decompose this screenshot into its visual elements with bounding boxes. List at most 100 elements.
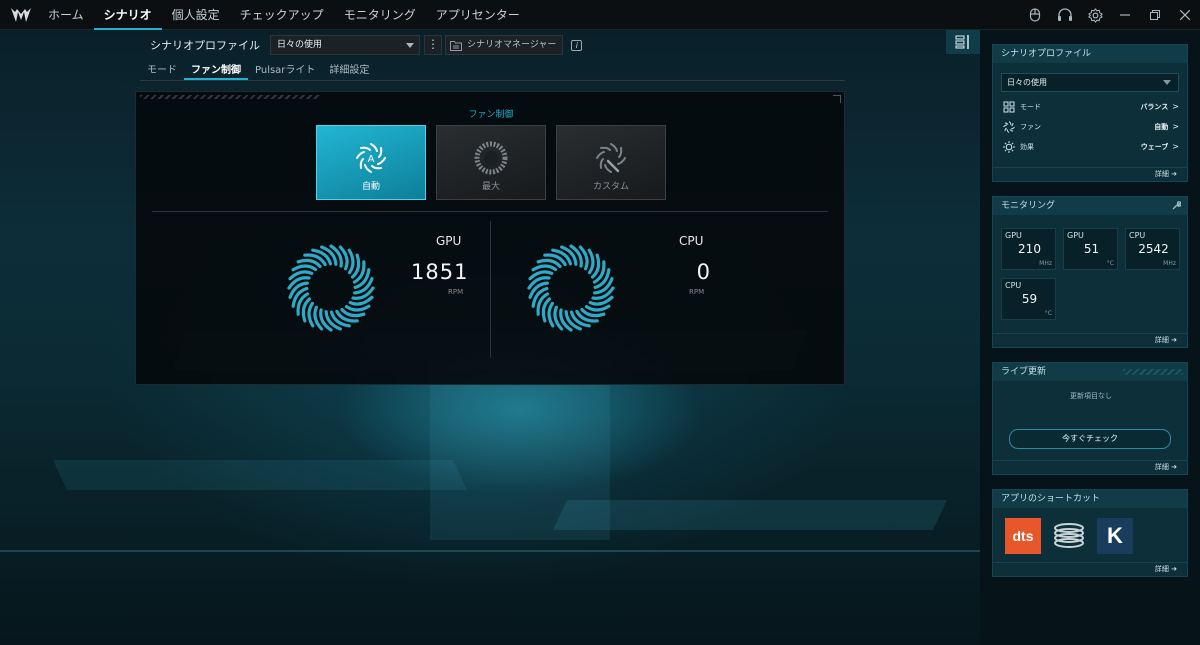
coil-icon (1054, 523, 1084, 548)
wrench-icon[interactable] (1171, 201, 1181, 211)
gear-icon[interactable] (1080, 0, 1110, 30)
app-shortcuts-card-detail-link[interactable]: 詳細 ➔ (993, 562, 1187, 576)
top-bar: ホーム シナリオ 個人設定 チェックアップ モニタリング アプリセンター (0, 0, 1200, 30)
more-options-button[interactable]: ⋮ (424, 35, 442, 55)
gpu-fan-name: GPU (436, 234, 462, 248)
fan-auto-icon: A (356, 143, 386, 173)
sidebar-profile-select[interactable]: 日々の使用 (1001, 73, 1179, 92)
scenario-manager-button[interactable]: シナリオマネージャー (445, 35, 564, 55)
sidebar-app-shortcuts-card: アプリのショートカット dts K 詳細 ➔ (992, 489, 1188, 577)
subtab-mode[interactable]: モード (140, 62, 184, 80)
monitor-tile-label: CPU (1005, 281, 1022, 290)
panel-corner (833, 95, 841, 103)
fan-mode-options: A 自動 最大 カスタム (316, 125, 676, 200)
scenario-profile-value: 日々の使用 (277, 40, 323, 50)
scenario-manager-label: シナリオマネージャー (467, 40, 557, 50)
monitor-tile-cpu-clock: CPU 2542 MHz (1125, 228, 1180, 270)
tab-monitoring[interactable]: モニタリング (334, 0, 426, 30)
profile-card-title: シナリオプロファイル (1001, 49, 1092, 59)
monitoring-card-title: モニタリング (1001, 201, 1056, 211)
monitor-tile-label: CPU (1129, 231, 1146, 240)
minimize-icon[interactable] (1110, 0, 1140, 30)
profile-row-effect[interactable]: 効果 ウェーブ > (1003, 140, 1179, 154)
cpu-fan-icon (527, 244, 615, 332)
cpu-fan-name: CPU (679, 234, 704, 248)
profile-row-fan-label: ファン (1020, 123, 1041, 131)
no-updates-text: 更新項目なし (1070, 392, 1112, 400)
fan-mode-auto-label: 自動 (361, 182, 380, 192)
fan-mode-max-button[interactable]: 最大 (436, 125, 546, 200)
sidebar-toggle-button[interactable] (946, 30, 980, 54)
scenario-profile-select[interactable]: 日々の使用 (270, 35, 420, 55)
monitor-tile-value: 59 (1021, 292, 1038, 306)
app-shortcuts-card-title: アプリのショートカット (1001, 494, 1101, 504)
tab-checkup[interactable]: チェックアップ (230, 0, 334, 30)
tab-home[interactable]: ホーム (38, 0, 94, 30)
scenario-subtabs: モード ファン制御 Pulsarライト 詳細設定 (140, 62, 845, 81)
app-shortcuts-card-header: アプリのショートカット (993, 490, 1187, 508)
dts-logo-text: dts (1012, 528, 1034, 544)
fan-custom-icon (596, 143, 626, 173)
arrow-right-icon: ➔ (1171, 565, 1177, 573)
profile-card-header: シナリオプロファイル (993, 45, 1187, 63)
check-now-button[interactable]: 今すぐチェック (1009, 429, 1171, 449)
profile-row-effect-value: ウェーブ (1140, 143, 1169, 151)
profile-card-detail-link[interactable]: 詳細 ➔ (993, 167, 1187, 181)
monitor-tile-unit: MHz (1163, 260, 1176, 267)
profile-row-mode[interactable]: モード バランス > (1003, 100, 1179, 114)
subtab-fan-control[interactable]: ファン制御 (184, 62, 248, 80)
dts-app-shortcut[interactable]: dts (1005, 518, 1041, 554)
coil-app-shortcut[interactable] (1051, 518, 1087, 554)
fan-mode-max-label: 最大 (481, 182, 500, 192)
cpu-fan-rpm: 0 (696, 260, 711, 284)
sidebar-live-update-card: ライブ更新 更新項目なし 今すぐチェック 詳細 ➔ (992, 362, 1188, 475)
arrow-right-icon: ➔ (1171, 463, 1177, 471)
monitoring-card-detail-label: 詳細 (1154, 336, 1169, 344)
restore-icon[interactable] (1140, 0, 1170, 30)
fan-control-title: ファン制御 (468, 110, 514, 120)
mouse-icon[interactable] (1020, 0, 1050, 30)
app-window: ホーム シナリオ 個人設定 チェックアップ モニタリング アプリセンター シナリ… (0, 0, 1200, 645)
sun-icon (1003, 141, 1015, 153)
headset-icon[interactable] (1050, 0, 1080, 30)
monitor-tile-unit: °C (1044, 310, 1052, 317)
k-app-shortcut[interactable]: K (1097, 518, 1133, 554)
profile-row-fan-value: 自動 (1154, 123, 1169, 131)
fan-icon (1003, 121, 1015, 133)
monitor-tile-value: 2542 (1138, 242, 1169, 256)
monitoring-card-detail-link[interactable]: 詳細 ➔ (993, 333, 1187, 347)
chevron-right-icon: > (1172, 102, 1179, 111)
gpu-fan-unit: RPM (448, 288, 464, 296)
subtab-pulsar-light[interactable]: Pulsarライト (248, 62, 322, 80)
grid-icon (1003, 101, 1015, 113)
cpu-fan-unit: RPM (689, 288, 705, 296)
sidebar-profile-value: 日々の使用 (1007, 78, 1047, 87)
live-update-card-title: ライブ更新 (1001, 367, 1047, 377)
monitor-tile-gpu-clock: GPU 210 MHz (1001, 228, 1056, 270)
info-icon[interactable]: i (571, 39, 583, 51)
subtab-advanced-settings[interactable]: 詳細設定 (322, 62, 376, 80)
tab-app-center[interactable]: アプリセンター (426, 0, 530, 30)
profile-row-fan[interactable]: ファン 自動 > (1003, 120, 1179, 134)
monitor-tile-gpu-temp: GPU 51 °C (1063, 228, 1118, 270)
tab-scenario[interactable]: シナリオ (93, 0, 162, 30)
fan-max-icon (474, 141, 508, 175)
live-update-card-detail-link[interactable]: 詳細 ➔ (993, 460, 1187, 474)
chevron-right-icon: > (1172, 122, 1179, 131)
svg-text:A: A (368, 154, 375, 165)
tab-personal-settings[interactable]: 個人設定 (162, 0, 230, 30)
profile-row-effect-label: 効果 (1020, 143, 1034, 151)
monitor-tile-value: 51 (1083, 242, 1100, 256)
app-shortcuts-card-detail-label: 詳細 (1154, 565, 1169, 573)
fan-mode-auto-button[interactable]: A 自動 (316, 125, 426, 200)
k-logo-text: K (1107, 523, 1123, 548)
gauge-divider (490, 221, 491, 358)
chevron-down-icon (406, 43, 414, 48)
fan-mode-custom-button[interactable]: カスタム (556, 125, 666, 200)
sidebar-monitoring-card: モニタリング GPU 210 MHz GPU 51 °C CPU 2542 MH… (992, 196, 1188, 348)
monitor-tile-unit: °C (1106, 260, 1114, 267)
chevron-right-icon: > (1172, 142, 1179, 151)
close-icon[interactable] (1170, 0, 1200, 30)
window-controls (1020, 0, 1200, 30)
live-update-card-detail-label: 詳細 (1154, 463, 1169, 471)
